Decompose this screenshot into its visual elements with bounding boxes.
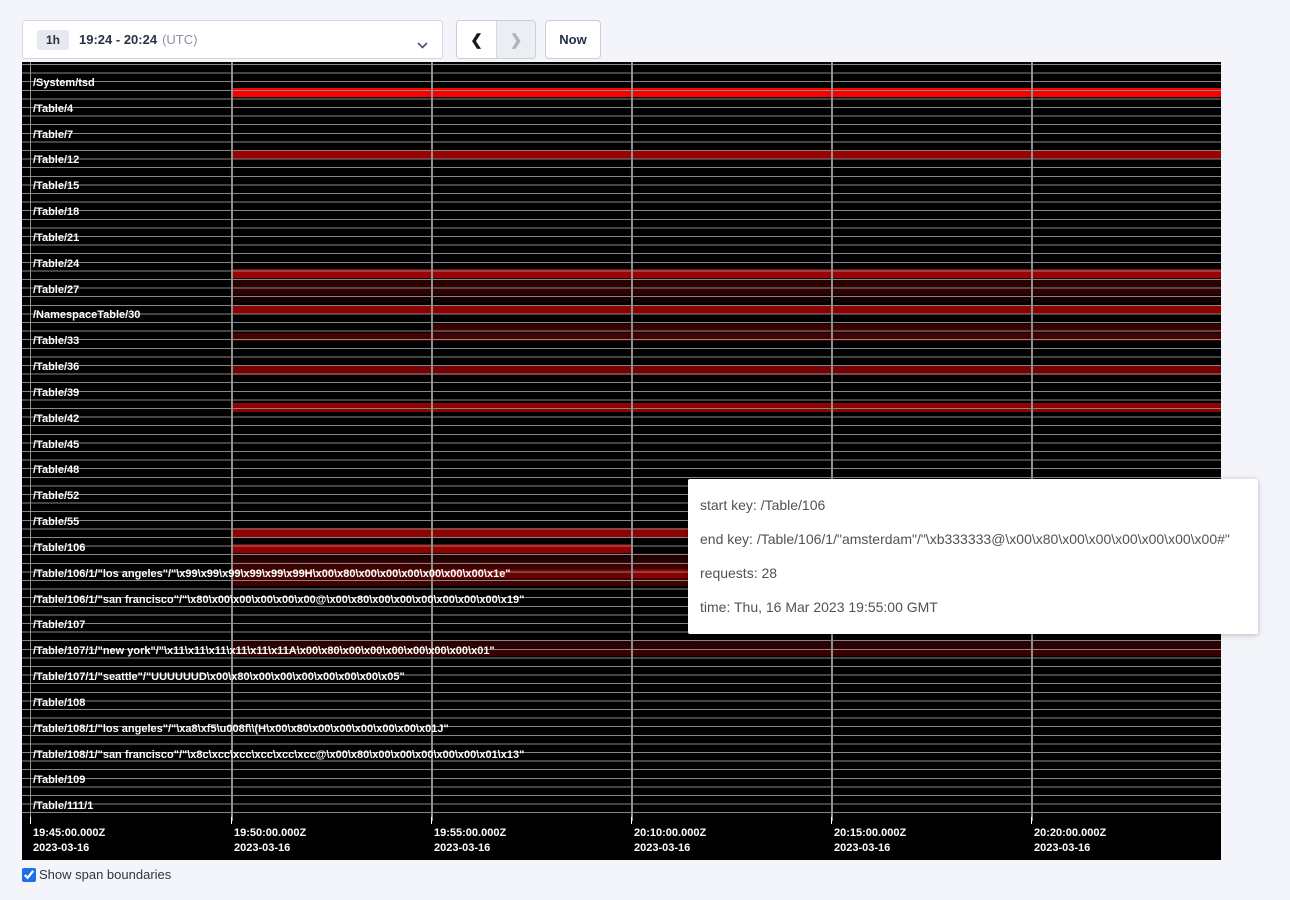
row-label: /Table/107/1/"new york"/"\x11\x11\x11\x1… <box>33 645 495 658</box>
row-label: /Table/45 <box>33 439 79 452</box>
span-boundary-gridlines <box>22 64 1221 821</box>
time-tick <box>631 817 632 824</box>
row-label: /Table/18 <box>33 206 79 219</box>
row-label: /Table/107 <box>33 619 85 632</box>
time-gridline <box>231 62 233 821</box>
row-label: /Table/39 <box>33 387 79 400</box>
row-label: /Table/52 <box>33 490 79 503</box>
timezone-label: (UTC) <box>162 32 197 47</box>
row-label: /Table/36 <box>33 361 79 374</box>
row-label: /Table/12 <box>33 154 79 167</box>
duration-badge: 1h <box>37 30 69 50</box>
row-label: /Table/108/1/"san francisco"/"\x8c\xcc\x… <box>33 749 524 762</box>
row-label: /Table/109 <box>33 774 85 787</box>
chevron-down-icon <box>417 36 428 54</box>
row-label: /Table/4 <box>33 103 73 116</box>
row-label: /Table/107/1/"seattle"/"UUUUUUD\x00\x80\… <box>33 671 405 684</box>
time-tick <box>30 817 31 824</box>
row-label: /Table/108 <box>33 697 85 710</box>
time-tick-label: 20:10:00.000Z2023-03-16 <box>634 826 706 855</box>
chevron-right-icon: ❯ <box>510 31 523 49</box>
chevron-left-icon: ❮ <box>470 31 483 49</box>
row-label: /Table/111/1 <box>33 800 93 813</box>
time-tick <box>831 817 832 824</box>
row-label: /Table/55 <box>33 516 79 529</box>
time-tick <box>1031 817 1032 824</box>
row-label: /Table/106/1/"san francisco"/"\x80\x00\x… <box>33 594 524 607</box>
row-label: /Table/27 <box>33 284 79 297</box>
show-span-boundaries-control[interactable]: Show span boundaries <box>22 867 171 882</box>
row-label: /Table/33 <box>33 335 79 348</box>
key-visualizer-canvas[interactable]: /System/tsd/Table/4/Table/7/Table/12/Tab… <box>22 62 1221 860</box>
time-gridline <box>30 62 31 821</box>
tooltip-requests: requests: 28 <box>700 556 1246 590</box>
tooltip-start-key: start key: /Table/106 <box>700 488 1246 522</box>
row-label: /Table/48 <box>33 464 79 477</box>
time-gridline <box>631 62 633 821</box>
row-label: /Table/106/1/"los angeles"/"\x99\x99\x99… <box>33 568 511 581</box>
row-label: /Table/7 <box>33 129 73 142</box>
key-visualizer-page: 1h 19:24 - 20:24 (UTC) ❮ ❯ Now /System/t… <box>0 0 1290 900</box>
tooltip-time: time: Thu, 16 Mar 2023 19:55:00 GMT <box>700 590 1246 624</box>
checkbox-label: Show span boundaries <box>39 867 171 882</box>
show-span-boundaries-checkbox[interactable] <box>22 868 36 882</box>
time-tick <box>431 817 432 824</box>
span-tooltip: start key: /Table/106 end key: /Table/10… <box>688 479 1258 634</box>
row-label: /Table/108/1/"los angeles"/"\xa8\xf5\u00… <box>33 723 449 736</box>
time-gridline <box>1031 62 1033 821</box>
time-tick-label: 20:15:00.000Z2023-03-16 <box>834 826 906 855</box>
time-gridline <box>831 62 833 821</box>
time-gridline <box>431 62 433 821</box>
next-time-button[interactable]: ❯ <box>496 21 535 58</box>
time-tick-label: 19:50:00.000Z2023-03-16 <box>234 826 306 855</box>
time-tick-label: 20:20:00.000Z2023-03-16 <box>1034 826 1106 855</box>
now-button[interactable]: Now <box>545 20 601 59</box>
time-tick-label: 19:45:00.000Z2023-03-16 <box>33 826 105 855</box>
time-axis: 19:45:00.000Z2023-03-16 19:50:00.000Z2023… <box>22 817 1221 860</box>
time-range-label: 19:24 - 20:24 <box>79 32 157 47</box>
row-label: /Table/21 <box>33 232 79 245</box>
row-label: /Table/15 <box>33 180 79 193</box>
row-label: /Table/24 <box>33 258 79 271</box>
time-nav-button-group: ❮ ❯ <box>456 20 536 59</box>
prev-time-button[interactable]: ❮ <box>457 21 496 58</box>
tooltip-end-key: end key: /Table/106/1/"amsterdam"/"\xb33… <box>700 522 1246 556</box>
row-label: /NamespaceTable/30 <box>33 309 140 322</box>
time-range-select[interactable]: 1h 19:24 - 20:24 (UTC) <box>22 20 443 59</box>
time-tick <box>231 817 232 824</box>
row-label: /System/tsd <box>33 77 95 90</box>
row-label: /Table/42 <box>33 413 79 426</box>
row-label: /Table/106 <box>33 542 85 555</box>
time-tick-label: 19:55:00.000Z2023-03-16 <box>434 826 506 855</box>
